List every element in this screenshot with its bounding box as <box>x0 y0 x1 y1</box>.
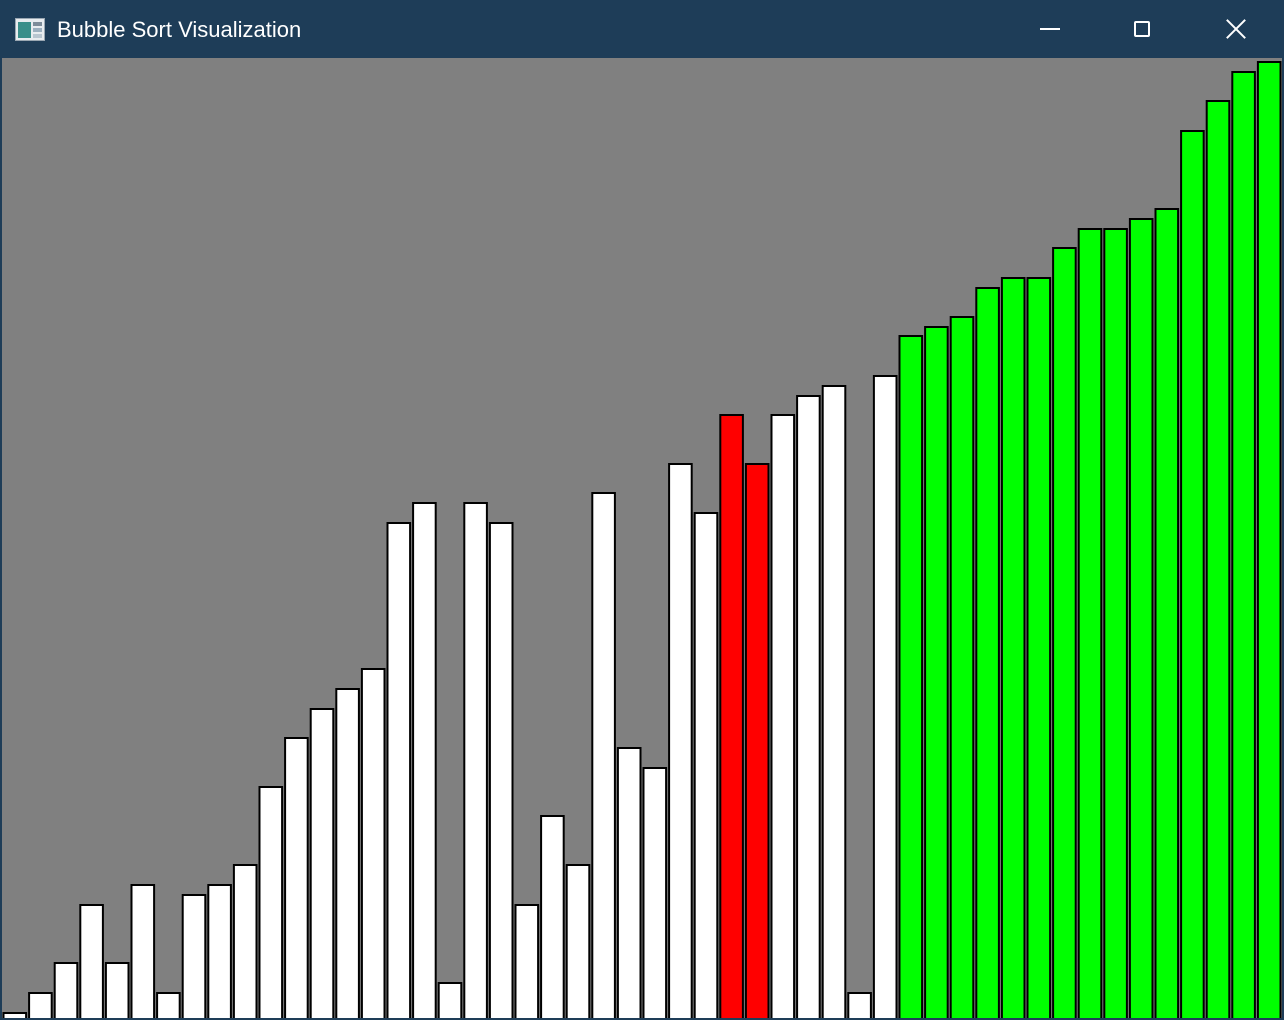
bar-38-sorted <box>949 316 975 1018</box>
bar-46-sorted <box>1154 208 1180 1018</box>
bar-34-unsorted <box>847 992 872 1018</box>
bar-48-sorted <box>1205 100 1231 1018</box>
bar-26-unsorted <box>642 767 668 1018</box>
bar-36-sorted <box>898 335 924 1018</box>
bar-49-sorted <box>1231 71 1256 1018</box>
bar-29-comparing <box>719 414 744 1018</box>
bar-7-unsorted <box>156 992 181 1018</box>
minimize-button[interactable] <box>1004 0 1096 58</box>
window-title: Bubble Sort Visualization <box>57 17 302 42</box>
bar-chart <box>2 61 1282 1018</box>
bar-13-unsorted <box>309 708 335 1018</box>
bar-12-unsorted <box>284 737 309 1018</box>
bar-16-unsorted <box>386 522 412 1018</box>
bar-42-sorted <box>1052 247 1077 1018</box>
bar-31-unsorted <box>770 414 796 1018</box>
bar-4-unsorted <box>79 904 104 1018</box>
bar-28-unsorted <box>693 512 719 1018</box>
bar-14-unsorted <box>335 688 360 1018</box>
bar-43-sorted <box>1077 228 1103 1018</box>
bar-27-unsorted <box>668 463 693 1018</box>
maximize-button[interactable] <box>1096 0 1188 58</box>
bar-45-sorted <box>1128 218 1154 1018</box>
bar-11-unsorted <box>258 786 284 1018</box>
bar-32-unsorted <box>796 395 821 1018</box>
bar-24-unsorted <box>591 492 616 1018</box>
bar-39-sorted <box>975 287 1000 1018</box>
maximize-icon <box>1134 21 1150 37</box>
bar-10-unsorted <box>232 864 258 1018</box>
bar-19-unsorted <box>463 502 488 1018</box>
bar-6-unsorted <box>130 884 156 1018</box>
bar-3-unsorted <box>53 962 79 1018</box>
bar-25-unsorted <box>616 747 642 1018</box>
bar-30-comparing <box>744 463 770 1018</box>
bar-20-unsorted <box>488 522 514 1018</box>
bar-9-unsorted <box>207 884 232 1018</box>
close-button[interactable] <box>1188 0 1284 58</box>
app-window-icon[interactable] <box>15 18 45 41</box>
close-icon <box>1225 18 1247 40</box>
bar-41-sorted <box>1026 277 1052 1018</box>
title-bar[interactable]: Bubble Sort Visualization <box>0 0 1284 58</box>
bar-47-sorted <box>1180 130 1205 1018</box>
bar-15-unsorted <box>360 668 386 1018</box>
bar-21-unsorted <box>514 904 540 1018</box>
bar-22-unsorted <box>540 815 565 1018</box>
app-window: Bubble Sort Visualization <box>0 0 1284 1020</box>
bar-2-unsorted <box>28 992 53 1018</box>
bar-5-unsorted <box>104 962 130 1018</box>
minimize-icon <box>1040 28 1060 30</box>
bar-35-unsorted <box>872 375 898 1018</box>
bar-1-unsorted <box>2 1012 28 1018</box>
bar-50-sorted <box>1256 61 1282 1018</box>
bar-17-unsorted <box>412 502 437 1018</box>
visualization-canvas <box>2 58 1282 1018</box>
bar-18-unsorted <box>437 982 463 1018</box>
bar-37-sorted <box>924 326 949 1018</box>
bar-33-unsorted <box>821 385 847 1018</box>
bar-23-unsorted <box>565 864 591 1018</box>
bar-40-sorted <box>1000 277 1026 1018</box>
bar-8-unsorted <box>181 894 207 1018</box>
bar-44-sorted <box>1103 228 1128 1018</box>
